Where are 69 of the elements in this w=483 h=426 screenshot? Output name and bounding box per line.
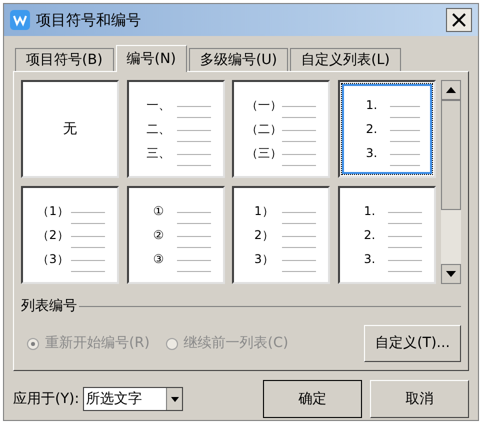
sample-line [176,212,211,224]
sample-line [71,212,105,224]
scroll-down-icon [446,271,456,277]
close-button[interactable] [446,8,472,32]
apply-to-select[interactable]: 所选文字 [83,387,184,411]
sample-line [282,130,316,142]
tab[interactable]: 多级编号(U) [188,48,288,71]
sample-line [176,236,211,248]
sample-line [282,212,316,224]
none-label: 无 [63,120,77,138]
number-marker: （1） [36,204,70,218]
number-marker: （3） [36,252,70,266]
ok-button[interactable]: 确定 [263,380,362,418]
number-marker: 1. [364,98,378,112]
number-marker: 1） [253,204,275,218]
numbering-style-option[interactable]: 1） 2） 3） [232,186,330,284]
number-marker: 2） [253,228,275,242]
number-marker: （二） [246,122,282,136]
numbering-style-option[interactable]: （一） （二） （三） [232,80,330,178]
cancel-button[interactable]: 取消 [370,380,469,418]
sample-line [176,106,211,118]
sample-line [282,154,316,166]
apply-to-label: 应用于(Y): [13,390,80,408]
number-marker: 3. [364,146,378,160]
section-title: 列表编号 [21,297,77,316]
sample-line [390,106,420,118]
sample-line [282,106,316,118]
numbering-style-option[interactable]: 1. 2. 3. [338,80,436,178]
sample-line [282,236,316,248]
number-marker: 3） [253,252,275,266]
tab[interactable]: 自定义列表(L) [290,48,401,71]
numbering-style-option[interactable]: 一、 二、 三、 [126,80,225,178]
sample-line [282,260,316,272]
numbering-style-option[interactable]: （1） （2） （3） [21,186,119,284]
sample-line [390,130,420,142]
sample-line [390,154,420,166]
number-marker: 1. [362,204,376,218]
number-marker: ③ [152,252,165,266]
number-marker: （一） [246,98,282,112]
number-marker: 2. [364,122,378,136]
dropdown-arrow-icon [170,396,179,402]
sample-line [388,212,422,224]
app-logo-icon [10,10,30,30]
numbering-style-option[interactable]: 1. 2. 3. [338,186,436,284]
sample-line [71,260,105,272]
number-marker: 三、 [146,146,172,160]
tab[interactable]: 编号(N) [116,45,187,72]
scrollbar[interactable] [441,80,461,284]
sample-line [176,130,211,142]
number-marker: 3. [362,252,376,266]
sample-line [388,260,422,272]
scroll-up-icon [446,87,456,93]
close-icon [452,13,466,27]
sample-line [176,154,211,166]
sample-line [176,260,211,272]
number-marker: ① [152,204,165,218]
numbering-style-option[interactable]: ① ② ③ [126,186,225,284]
window-title: 项目符号和编号 [36,10,142,31]
sample-line [71,236,105,248]
number-marker: 2. [362,228,376,242]
number-marker: 一、 [146,98,172,112]
custom-button[interactable]: 自定义(T)... [364,325,461,362]
sample-line [388,236,422,248]
tab[interactable]: 项目符号(B) [15,48,114,71]
number-marker: （2） [36,228,70,242]
number-marker: 二、 [146,122,172,136]
number-marker: ② [152,228,165,242]
numbering-style-option[interactable]: 无 [21,80,119,178]
number-marker: （三） [246,146,282,160]
